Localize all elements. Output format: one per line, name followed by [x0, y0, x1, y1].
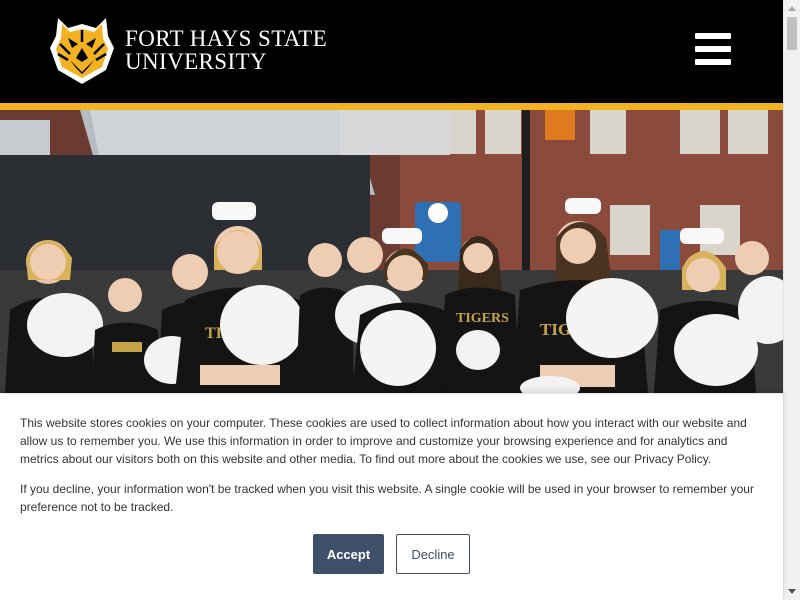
header-accent-bar [0, 103, 783, 110]
hamburger-menu-icon [695, 33, 731, 39]
vertical-scrollbar[interactable] [783, 0, 800, 600]
hero-image: TIGERS TIG [0, 110, 783, 393]
logo-line-1: FORT HAYS STATE [125, 26, 328, 51]
accept-cookies-button[interactable]: Accept [313, 534, 384, 574]
cookie-notice-text: This website stores cookies on your comp… [20, 416, 747, 466]
cheerleaders-parade-photo: TIGERS TIG [0, 110, 783, 393]
menu-button[interactable] [694, 33, 732, 69]
tiger-logo-icon [50, 18, 114, 84]
scroll-down-arrow-icon[interactable] [784, 583, 800, 600]
decline-cookies-button[interactable]: Decline [396, 534, 470, 574]
cookie-decline-notice-text: If you decline, your information won't b… [20, 482, 754, 514]
site-header: FORT HAYS STATE UNIVERSITY [0, 0, 783, 103]
scroll-up-arrow-icon[interactable] [784, 0, 800, 17]
university-name: FORT HAYS STATE UNIVERSITY [125, 27, 327, 73]
cookie-consent-banner: This website stores cookies on your comp… [0, 393, 783, 600]
logo-line-2: UNIVERSITY [125, 49, 267, 74]
uniform-text-2: TIGERS [456, 311, 509, 326]
scroll-thumb[interactable] [787, 17, 797, 50]
university-logo-link[interactable]: FORT HAYS STATE UNIVERSITY [48, 14, 348, 86]
